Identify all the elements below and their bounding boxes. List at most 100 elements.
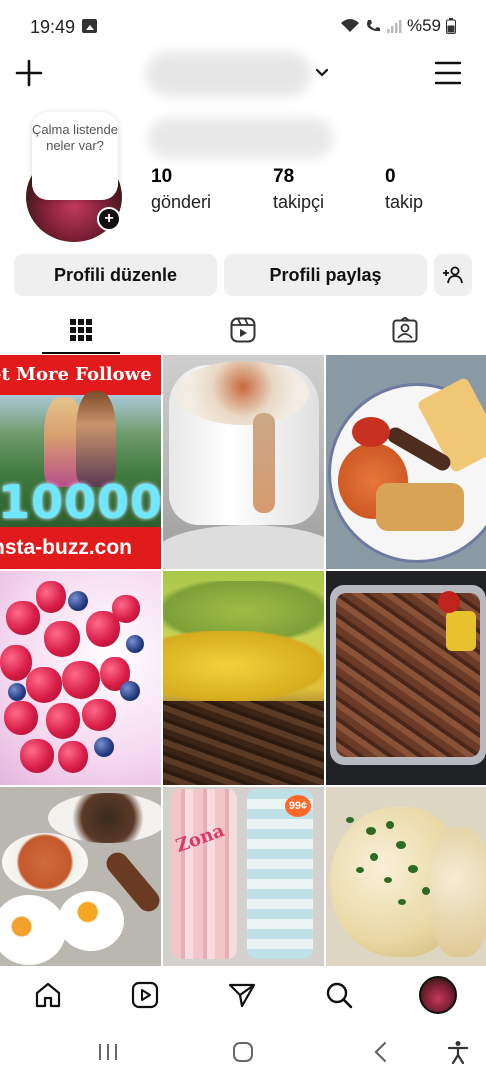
raspberry (6, 601, 40, 635)
herb-garnish (398, 899, 406, 905)
recent-apps-icon (99, 1044, 117, 1060)
tab-reels[interactable] (162, 306, 324, 354)
add-person-icon (443, 266, 463, 284)
signal-icon (386, 20, 402, 33)
home-icon (35, 982, 61, 1008)
home-button[interactable] (230, 1040, 256, 1064)
herb-garnish (366, 827, 376, 835)
ad-number: 10000 (0, 475, 161, 529)
chevron-down-icon[interactable] (313, 64, 331, 82)
status-bar: 19:49 %59 (0, 0, 486, 52)
note-text: Çalma listende neler var? (32, 122, 118, 153)
nav-home[interactable] (31, 978, 65, 1012)
raspberry (46, 703, 80, 739)
back-button[interactable] (368, 1040, 394, 1064)
system-navigation (0, 1024, 486, 1080)
tab-tagged[interactable] (324, 306, 486, 354)
post-thumbnail[interactable] (326, 787, 486, 966)
post-thumbnail[interactable] (0, 571, 161, 785)
battery-icon (446, 18, 456, 34)
saucer (163, 525, 324, 569)
reels-icon (131, 981, 159, 1009)
ad-banner-top: et More Followe (0, 355, 161, 395)
post-thumbnail[interactable]: Zona 99¢ (163, 787, 324, 966)
edit-profile-button[interactable]: Profili düzenle (14, 254, 217, 296)
share-profile-button[interactable]: Profili paylaş (224, 254, 427, 296)
post-thumbnail[interactable] (163, 355, 324, 569)
send-icon (228, 983, 256, 1008)
back-icon (374, 1041, 387, 1063)
battery-level: %59 (406, 16, 441, 35)
coffee-drip (253, 413, 275, 513)
raspberry (4, 701, 38, 735)
blueberry (94, 737, 114, 757)
herb-garnish (346, 817, 354, 823)
herb-garnish (396, 841, 406, 849)
profile-avatar[interactable] (419, 976, 457, 1014)
beans-bowl (2, 833, 88, 891)
wifi-call-icon (366, 20, 380, 32)
tagged-icon (392, 317, 418, 343)
raspberry (82, 699, 116, 731)
add-story-icon[interactable]: + (97, 207, 121, 231)
recent-apps-button[interactable] (95, 1040, 121, 1064)
post-thumbnail[interactable] (326, 355, 486, 569)
stat-following[interactable]: 0 takip (385, 166, 423, 213)
followers-count: 78 (273, 166, 295, 187)
search-icon (326, 982, 353, 1009)
raspberry (112, 595, 140, 623)
herb-garnish (408, 865, 418, 873)
hash-browns (376, 483, 464, 531)
create-plus-icon[interactable] (14, 58, 44, 88)
price-tag: 99¢ (285, 795, 311, 817)
bread-roll (430, 827, 486, 957)
post-thumbnail[interactable] (326, 571, 486, 785)
blueberry (8, 683, 26, 701)
status-time: 19:49 (30, 17, 76, 37)
posts-grid: et More Followe 10000 nsta-buzz.con Zona… (0, 355, 486, 966)
accessibility-icon (447, 1041, 469, 1064)
raspberry (58, 741, 88, 773)
herb-garnish (386, 821, 394, 829)
posts-count: 10 (151, 166, 173, 187)
display-name-blurred (148, 118, 333, 158)
username-blurred[interactable] (146, 52, 311, 96)
followers-label: takipçi (273, 192, 325, 212)
blueberry (126, 635, 144, 653)
accessibility-button[interactable] (445, 1040, 471, 1064)
grid-icon (70, 319, 92, 341)
avatar-section: Çalma listende neler var? + (26, 112, 126, 242)
stat-posts[interactable]: 10 gönderi (151, 166, 211, 213)
posts-label: gönderi (151, 192, 212, 212)
post-thumbnail[interactable] (163, 571, 324, 785)
profile-header (0, 52, 486, 96)
menu-icon[interactable] (434, 60, 462, 86)
tomato (352, 417, 390, 447)
tab-posts-grid[interactable] (0, 306, 162, 354)
nav-reels[interactable] (128, 978, 162, 1012)
herb-garnish (384, 877, 392, 883)
raspberry (62, 661, 100, 699)
raspberry (44, 621, 80, 657)
herb-garnish (422, 887, 430, 895)
post-thumbnail[interactable] (0, 787, 161, 966)
raspberry (20, 739, 54, 773)
blueberry (120, 681, 140, 701)
yellow-pepper (446, 611, 476, 651)
stat-followers[interactable]: 78 takipçi (273, 166, 324, 213)
following-label: takip (385, 192, 424, 212)
wifi-icon (340, 19, 359, 32)
raspberry (26, 667, 62, 703)
herb-garnish (356, 867, 364, 873)
nav-messages[interactable] (225, 978, 259, 1012)
red-pepper (438, 591, 460, 613)
bottom-navigation (0, 966, 486, 1024)
raspberry (36, 581, 66, 613)
note-bubble[interactable]: Çalma listende neler var? (32, 112, 118, 200)
ad-banner-bottom: nsta-buzz.con (0, 527, 161, 569)
blueberry (68, 591, 88, 611)
discover-people-button[interactable] (434, 254, 472, 296)
coffee-foam (177, 361, 309, 425)
nav-search[interactable] (322, 978, 356, 1012)
post-thumbnail[interactable]: et More Followe 10000 nsta-buzz.con (0, 355, 161, 569)
